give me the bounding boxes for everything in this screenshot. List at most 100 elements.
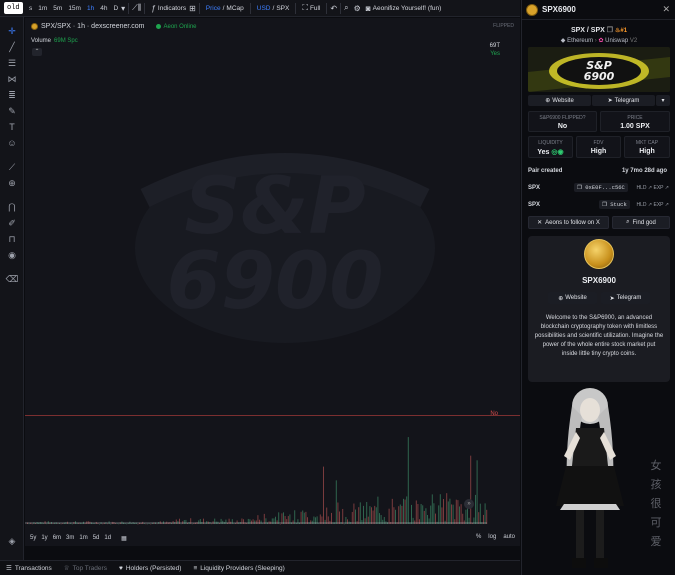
info-website-button[interactable]: ⊕ Website [548,292,597,304]
token-address-chip[interactable]: ❐ 0xE0F...c56C [574,183,628,192]
volume-bar [182,521,184,524]
find-god-button[interactable]: ⌕ Find god [612,216,670,229]
old-badge[interactable]: old [4,2,23,14]
volume-bar [388,508,390,524]
aeonify-button[interactable]: ◙ Aeonifize Yourself! (fun) [366,4,442,13]
volume-bar [204,523,206,524]
percent-toggle[interactable]: % [476,534,481,540]
date-range-icon[interactable]: ▦ [121,535,127,542]
flipped-tag: FLIPPED [493,23,514,29]
volume-bar [172,521,174,524]
timeframe-4h[interactable]: 4h [100,5,107,12]
copy-icon: ❐ [577,184,582,191]
timeframe-d[interactable]: D [113,5,118,12]
horizontal-lines-icon[interactable]: ☰ [5,57,19,69]
volume-bar [372,510,374,524]
token-row-label: SPX [528,185,541,191]
tab-liquidity-providers[interactable]: ≡ Liquidity Providers (Sleeping) [193,565,284,572]
follow-on-x-button[interactable]: ✕ Aeons to follow on X [528,216,609,229]
ruler-icon[interactable]: ⟋ [5,161,19,173]
website-button[interactable]: ⊕ Website [528,95,591,106]
trash-icon[interactable]: ⌫ [5,273,19,285]
more-links-button[interactable]: ▾ [656,95,670,106]
fib-icon[interactable]: ≣ [5,89,19,101]
token-banner: S&P 6900 [528,47,670,92]
volume-bar [108,521,110,524]
range-1y[interactable]: 1y [41,535,47,541]
range-1m[interactable]: 1m [79,535,87,541]
layers-icon[interactable]: ◈ [5,535,19,547]
volume-bar [127,523,129,524]
emoji-icon[interactable]: ☺ [5,137,19,149]
log-toggle[interactable]: log [488,534,496,540]
gear-icon[interactable]: ⚙ [354,4,361,13]
timeframe-15m[interactable]: 15m [68,5,81,12]
collapse-legend-button[interactable]: ⌃ [32,48,42,56]
volume-bar [399,504,401,524]
volume-bar [118,523,120,525]
auto-toggle[interactable]: auto [503,534,515,540]
token-info-card: SPX6900 ⊕ Website ➤ Telegram Welcome to th… [528,236,670,382]
layout-grid-icon[interactable]: ⊞ [189,4,196,13]
draw-mode-icon[interactable]: ✐ [5,217,19,229]
x-logo-icon: ✕ [537,220,543,226]
timeframe-1m[interactable]: 1m [38,5,47,12]
token-logo-icon [526,3,538,16]
volume-bar [483,514,484,524]
volume-bar [137,523,139,525]
chain-name[interactable]: Ethereum [567,38,593,44]
crosshair-icon[interactable]: ✛ [5,25,19,37]
zoom-icon[interactable]: ⊕ [5,177,19,189]
quote-stuck-chip[interactable]: ❐ Stuck [599,200,630,209]
range-5d[interactable]: 5d [93,535,100,541]
range-3m[interactable]: 3m [66,535,74,541]
volume-bar [263,513,265,524]
volume-bar [310,520,312,524]
price-chart[interactable]: S&P 6900 SPX/SPX · 1h · dexscreener.com … [25,18,520,546]
tab-holders[interactable]: ♥ Holders (Persisted) [119,565,182,572]
scroll-to-realtime-button[interactable]: » [464,499,474,509]
close-icon[interactable]: ✕ [662,4,670,15]
candles-icon[interactable]: ⫼ [138,3,142,13]
volume-bar [255,520,257,524]
trend-line-icon[interactable]: ╱ [5,41,19,53]
range-1d[interactable]: 1d [104,535,111,541]
usd-spx-toggle[interactable]: USD / SPX [257,5,290,12]
telegram-button[interactable]: ➤ Telegram [592,95,655,106]
timeframe-s[interactable]: s [29,5,32,12]
range-6m[interactable]: 6m [53,535,61,541]
range-5y[interactable]: 5y [30,535,36,541]
copy-icon[interactable]: ❐ [607,27,613,34]
volume-bar [75,521,76,524]
volume-bar [331,512,332,524]
indicators-button[interactable]: ƒ Indicators [151,4,186,13]
volume-bar [420,503,422,524]
lock-icon[interactable]: ⊓ [5,233,19,245]
volume-bar [398,506,400,524]
chain-dex-line: ◆ Ethereum › ✿ Uniswap V2 [560,38,638,44]
full-button[interactable]: ⛶ Full [302,3,320,13]
text-icon[interactable]: T [5,121,19,133]
info-telegram-button[interactable]: ➤ Telegram [601,292,650,304]
tab-top-traders[interactable]: ♕ Top Traders [64,564,107,573]
eye-icon[interactable]: ◉ [5,249,19,261]
pitchfork-icon[interactable]: ⋈ [5,73,19,85]
magnet-icon[interactable]: ⋂ [5,201,19,213]
volume-bar [235,523,236,524]
volume-label: Volume 69M Spc [31,38,78,44]
volume-bar [452,504,454,524]
dex-name[interactable]: Uniswap [605,38,628,44]
timeframe-1h[interactable]: 1h [87,5,94,12]
tab-transactions[interactable]: ☰ Transactions [6,564,52,573]
volume-bar [391,498,393,524]
timeframe-5m[interactable]: 5m [53,5,62,12]
alert-icon[interactable]: ⌕ [344,3,348,13]
undo-icon[interactable]: ↶ [330,4,337,13]
volume-bar [479,503,481,524]
volume-bar [385,521,387,524]
volume-bar [191,523,193,525]
price-mcap-toggle[interactable]: Price / MCap [206,5,244,12]
brush-icon[interactable]: ✎ [5,105,19,117]
chevron-down-icon[interactable]: ▾ [121,4,125,13]
volume-bar [395,509,396,524]
